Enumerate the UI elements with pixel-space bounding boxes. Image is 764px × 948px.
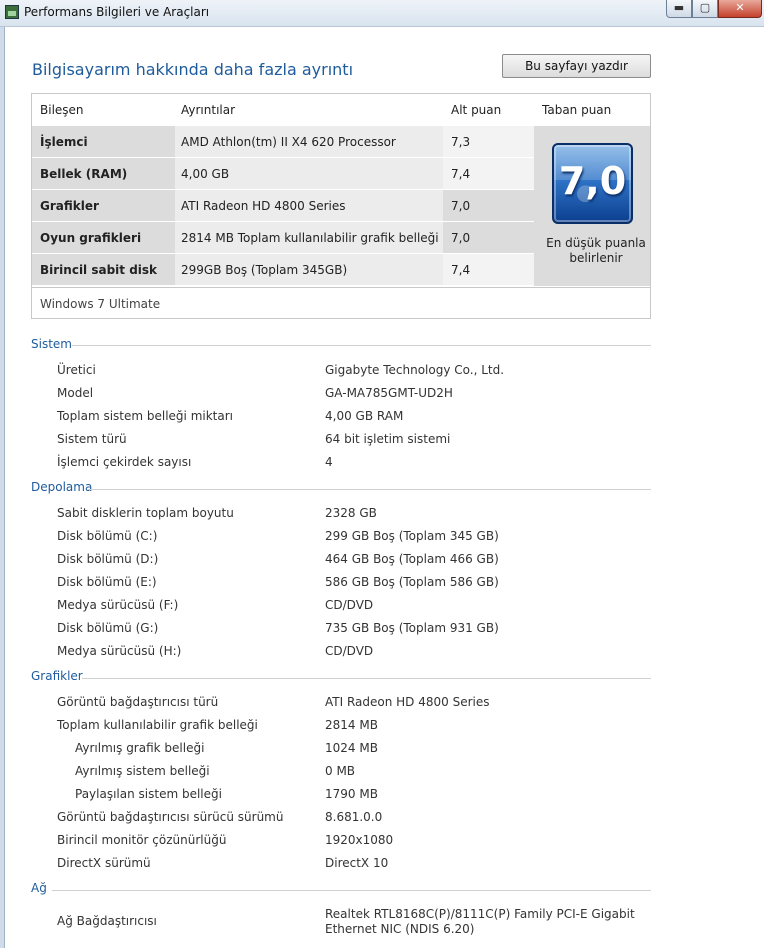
score-row: İşlemci AMD Athlon(tm) II X4 620 Process… [32,126,534,157]
info-label: İşlemci çekirdek sayısı [57,455,192,469]
info-value: 735 GB Boş (Toplam 931 GB) [325,621,499,635]
header-basescore: Taban puan [542,103,612,117]
section-divider [72,345,651,346]
component-details: AMD Athlon(tm) II X4 620 Processor [181,135,396,149]
page-title: Bilgisayarım hakkında daha fazla ayrıntı [32,60,354,79]
info-value: 2814 MB [325,718,378,732]
score-table: Bileşen Ayrıntılar Alt puan Taban puan İ… [31,93,651,319]
subscore-value: 7,0 [451,199,471,213]
subscore-value: 7,4 [451,263,471,277]
info-label: Ayrılmış sistem belleği [75,764,210,778]
info-value: DirectX 10 [325,856,389,870]
info-value: 1920x1080 [325,833,394,847]
base-score-value: 7,0 [558,159,627,203]
info-value: 586 GB Boş (Toplam 586 GB) [325,575,499,589]
component-name: Oyun grafikleri [40,231,142,245]
info-label: DirectX sürümü [57,856,151,870]
subscore-value: 7,0 [451,231,471,245]
maximize-button[interactable]: ▢ [692,0,718,18]
info-value: Gigabyte Technology Co., Ltd. [325,363,505,377]
info-value: CD/DVD [325,598,374,612]
section-divider [88,489,651,490]
info-label: Ayrılmış grafik belleği [75,741,205,755]
info-value: ATI Radeon HD 4800 Series [325,695,490,709]
info-label: Toplam kullanılabilir grafik belleği [57,718,258,732]
info-label: Medya sürücüsü (H:) [57,644,182,658]
close-button[interactable]: ✕ [718,0,762,18]
info-label: Sabit disklerin toplam boyutu [57,506,234,520]
info-label: Görüntü bağdaştırıcısı sürücü sürümü [57,810,284,824]
info-value: 4,00 GB RAM [325,409,404,423]
section-divider [52,890,651,891]
info-label: Medya sürücüsü (F:) [57,598,179,612]
score-row: Oyun grafikleri 2814 MB Toplam kullanıla… [32,222,534,253]
info-label: Sistem türü [57,432,127,446]
info-value: 1024 MB [325,741,378,755]
minimize-button[interactable]: ▬ [666,0,692,18]
info-value: 1790 MB [325,787,378,801]
info-label: Model [57,386,94,400]
base-score-panel: 7,0 En düşük puanla belirlenir [534,126,650,286]
info-value: 0 MB [325,764,356,778]
section-graphics-title: Grafikler [31,669,83,683]
component-name: Grafikler [40,199,99,213]
title-bar: Performans Bilgileri ve Araçları ▬ ▢ ✕ [0,0,764,27]
info-label: Disk bölümü (D:) [57,552,159,566]
info-value: 8.681.0.0 [325,810,383,824]
section-network-title: Ağ [31,881,47,895]
component-details: ATI Radeon HD 4800 Series [181,199,346,213]
info-value: Realtek RTL8168C(P)/8111C(P) Family PCI-… [325,907,635,936]
window-frame [0,27,5,948]
component-details: 2814 MB Toplam kullanılabilir grafik bel… [181,231,439,245]
component-name: Bellek (RAM) [40,167,128,181]
header-subscore: Alt puan [451,103,502,117]
section-system-title: Sistem [31,337,72,351]
info-value: GA-MA785GMT-UD2H [325,386,453,400]
subscore-value: 7,3 [451,135,471,149]
base-score-note: En düşük puanla belirlenir [546,236,646,265]
window-controls: ▬ ▢ ✕ [666,0,762,20]
component-details: 4,00 GB [181,167,230,181]
component-name: Birincil sabit disk [40,263,158,277]
base-score-badge: 7,0 [552,143,633,224]
print-page-button[interactable]: Bu sayfayı yazdır [502,54,651,78]
info-label: Görüntü bağdaştırıcısı türü [57,695,219,709]
info-label: Birincil monitör çözünürlüğü [57,833,227,847]
component-name: İşlemci [40,135,88,149]
info-label: Disk bölümü (C:) [57,529,158,543]
window-title: Performans Bilgileri ve Araçları [24,5,210,19]
info-label: Paylaşılan sistem belleği [75,787,222,801]
info-value: 299 GB Boş (Toplam 345 GB) [325,529,499,543]
info-label: Disk bölümü (G:) [57,621,159,635]
info-value: 464 GB Boş (Toplam 466 GB) [325,552,499,566]
info-value: 4 [325,455,333,469]
info-label: Toplam sistem belleği miktarı [57,409,233,423]
performance-icon [5,5,19,19]
header-component: Bileşen [40,103,84,117]
info-value: CD/DVD [325,644,374,658]
info-value: 64 bit işletim sistemi [325,432,451,446]
score-row: Birincil sabit disk 299GB Boş (Toplam 34… [32,254,534,285]
os-edition: Windows 7 Ultimate [32,287,650,318]
score-row: Grafikler ATI Radeon HD 4800 Series 7,0 [32,190,534,221]
section-divider [82,678,651,679]
score-row: Bellek (RAM) 4,00 GB 7,4 [32,158,534,189]
header-details: Ayrıntılar [181,103,236,117]
score-table-header: Bileşen Ayrıntılar Alt puan Taban puan [32,94,650,126]
info-value: 2328 GB [325,506,377,520]
subscore-value: 7,4 [451,167,471,181]
os-edition-label: Windows 7 Ultimate [40,297,161,311]
info-label: Ağ Bağdaştırıcısı [57,914,157,928]
info-label: Disk bölümü (E:) [57,575,157,589]
component-details: 299GB Boş (Toplam 345GB) [181,263,348,277]
info-label: Üretici [57,363,96,377]
section-storage-title: Depolama [31,480,93,494]
